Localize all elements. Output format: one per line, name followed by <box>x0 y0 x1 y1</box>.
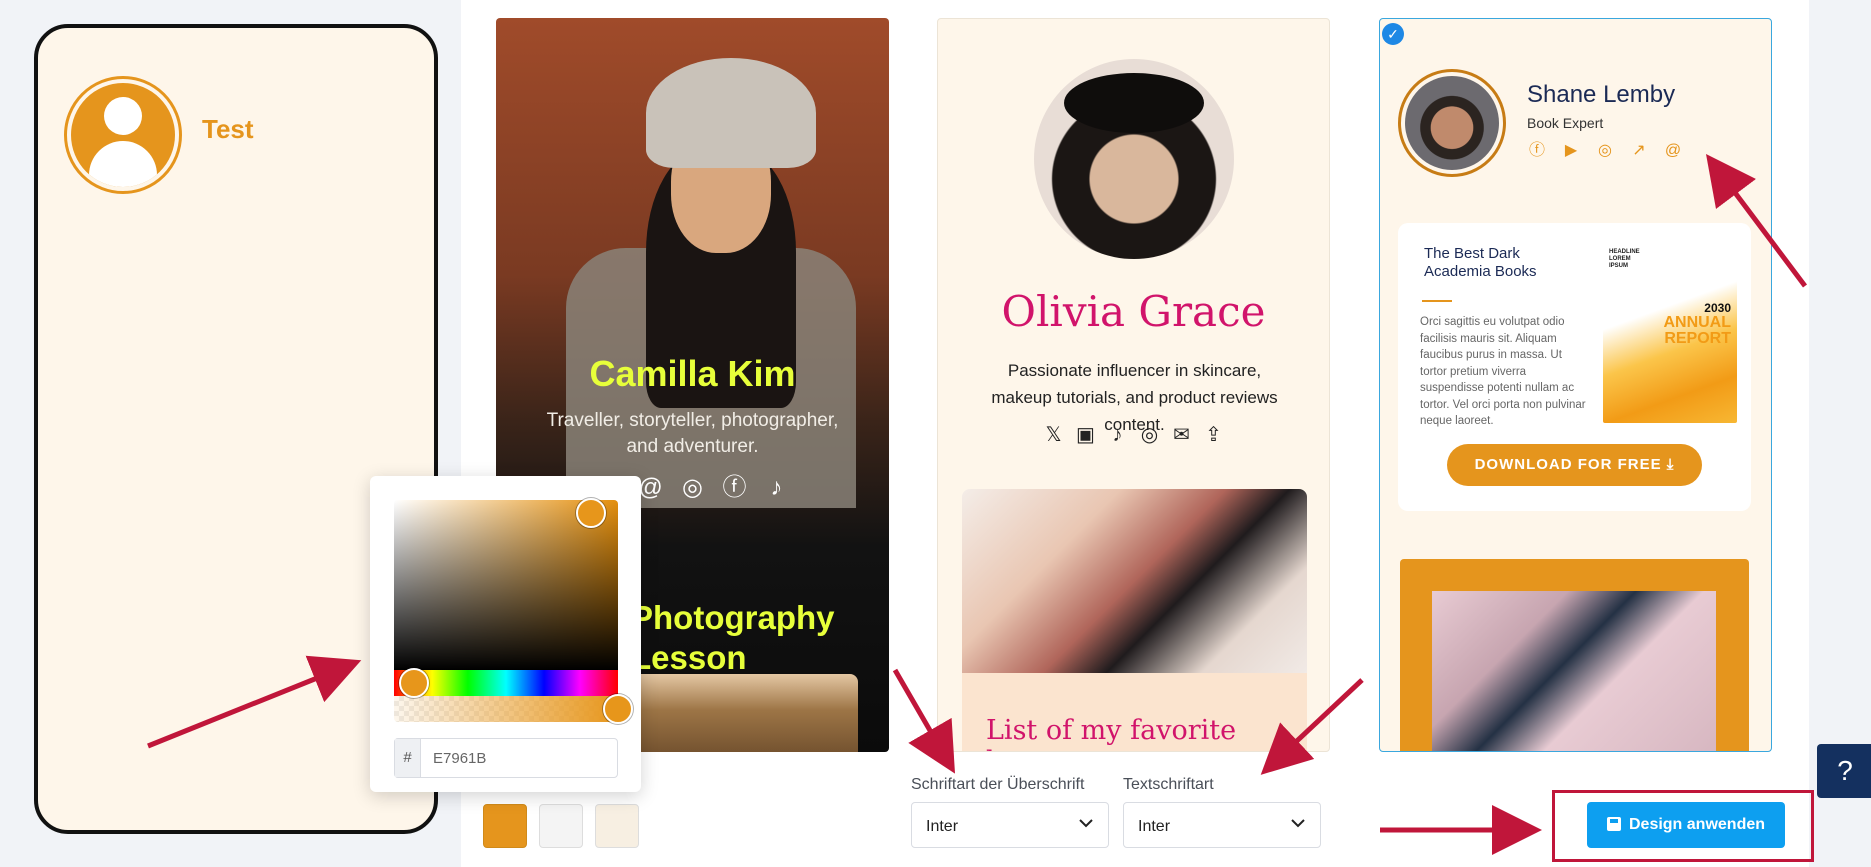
annotation-arrows <box>147 154 1807 855</box>
